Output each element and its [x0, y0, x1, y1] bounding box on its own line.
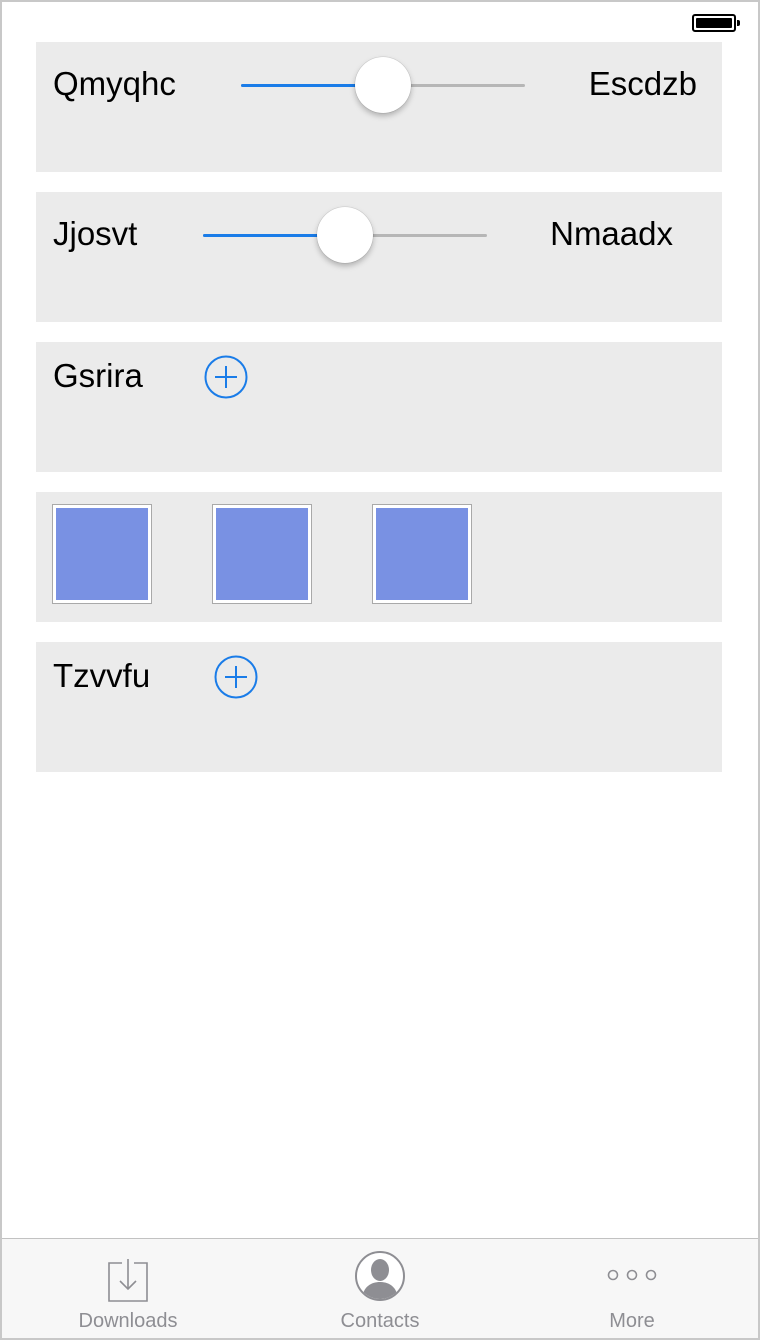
slider-thumb[interactable]: [317, 207, 373, 263]
slider-control[interactable]: [241, 56, 525, 116]
slider-row-jjosvt: Jjosvt Nmaadx: [36, 192, 722, 322]
image-tile[interactable]: [212, 504, 312, 604]
image-placeholder: [56, 508, 148, 600]
slider-thumb[interactable]: [355, 57, 411, 113]
download-tray-icon: [108, 1259, 148, 1302]
tab-label: More: [609, 1310, 655, 1332]
slider-control[interactable]: [203, 206, 487, 266]
add-row-label: Gsrira: [53, 357, 143, 394]
slider-left-label: Jjosvt: [53, 215, 138, 252]
slider-left-label: Qmyqhc: [53, 65, 176, 102]
add-button[interactable]: [204, 355, 248, 399]
tab-bar: Downloads Contacts More: [2, 1238, 758, 1338]
image-placeholder: [216, 508, 308, 600]
image-row: [36, 492, 722, 622]
slider-right-label: Escdzb: [588, 65, 697, 102]
app-screen: Qmyqhc Escdzb Jjosvt Nmaadx Gsrira Tzvvf…: [0, 0, 760, 1340]
slider-right-label: Nmaadx: [550, 215, 673, 252]
plus-circle-icon: [214, 655, 258, 699]
tab-label: Downloads: [78, 1310, 178, 1332]
tab-contacts[interactable]: Contacts: [254, 1239, 506, 1338]
more-dots-icon: [607, 1269, 657, 1281]
add-row-tzvvfu: Tzvvfu: [36, 642, 722, 772]
add-button[interactable]: [214, 655, 258, 699]
plus-circle-icon: [204, 355, 248, 399]
tab-label: Contacts: [340, 1310, 420, 1332]
tab-downloads[interactable]: Downloads: [2, 1239, 254, 1338]
battery-icon: [692, 14, 740, 32]
image-tile[interactable]: [372, 504, 472, 604]
contact-silhouette-icon: [355, 1251, 405, 1301]
slider-row-qmyqhc: Qmyqhc Escdzb: [36, 42, 722, 172]
image-tile[interactable]: [52, 504, 152, 604]
image-placeholder: [376, 508, 468, 600]
tab-more[interactable]: More: [506, 1239, 758, 1338]
add-row-label: Tzvvfu: [53, 657, 151, 694]
add-row-gsrira: Gsrira: [36, 342, 722, 472]
